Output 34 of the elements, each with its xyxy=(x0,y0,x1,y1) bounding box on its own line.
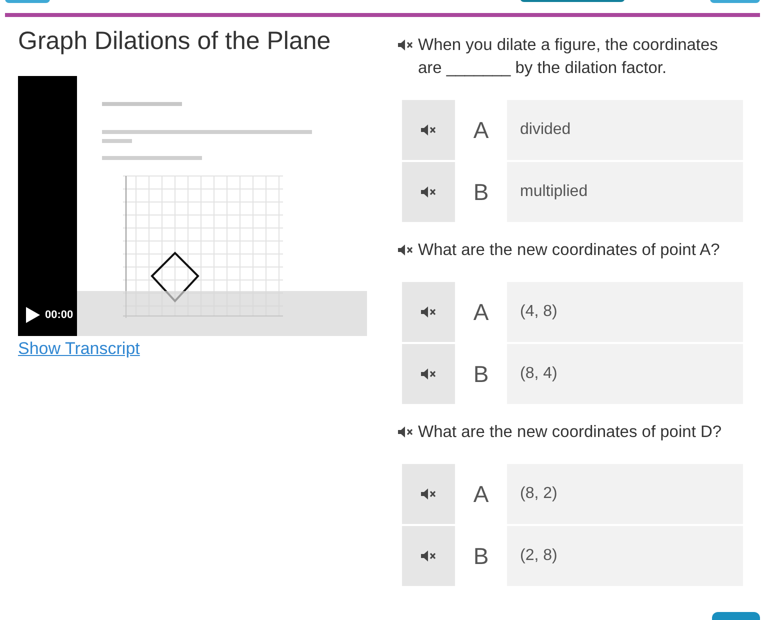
mute-icon[interactable] xyxy=(421,488,436,500)
option-letter: A xyxy=(455,464,507,524)
answer-option[interactable]: B (2, 8) xyxy=(402,526,743,586)
option-letter: A xyxy=(455,282,507,342)
play-button[interactable] xyxy=(26,307,40,323)
option-letter: B xyxy=(455,162,507,222)
option-text: (8, 2) xyxy=(519,484,558,504)
mute-icon[interactable] xyxy=(421,186,436,198)
option-text: (4, 8) xyxy=(519,302,558,322)
mute-icon[interactable] xyxy=(421,124,436,136)
mute-icon[interactable] xyxy=(421,550,436,562)
option-letter: A xyxy=(455,100,507,160)
answer-option[interactable]: A (8, 2) xyxy=(402,464,743,524)
option-letter: B xyxy=(455,344,507,404)
question-text: What are the new coordinates of point D? xyxy=(418,422,722,443)
mute-icon[interactable] xyxy=(398,39,413,51)
option-text: divided xyxy=(519,120,571,140)
mute-icon[interactable] xyxy=(421,368,436,380)
answer-option[interactable]: A divided xyxy=(402,100,743,160)
mute-icon[interactable] xyxy=(421,306,436,318)
question-text: What are the new coordinates of point A? xyxy=(418,240,720,261)
question-text: When you dilate a figure, the coordinates are _______ by the dilation factor. xyxy=(418,35,719,79)
mute-icon[interactable] xyxy=(398,244,413,256)
video-time: 00:00 xyxy=(45,309,74,322)
answer-option[interactable]: B (8, 4) xyxy=(402,344,743,404)
option-text: (8, 4) xyxy=(519,364,558,384)
option-text: (2, 8) xyxy=(519,546,558,566)
transcript-link[interactable]: Show Transcript xyxy=(18,339,140,359)
answer-option[interactable]: B multiplied xyxy=(402,162,743,222)
option-text: multiplied xyxy=(519,182,588,202)
mute-icon[interactable] xyxy=(398,426,413,438)
option-letter: B xyxy=(455,526,507,586)
answer-option[interactable]: A (4, 8) xyxy=(402,282,743,342)
lesson-title: Graph Dilations of the Plane xyxy=(18,26,332,56)
